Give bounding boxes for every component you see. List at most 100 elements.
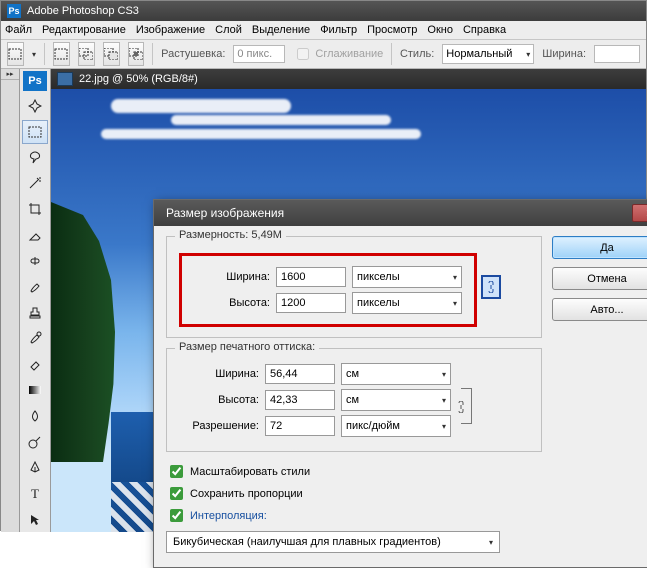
pixel-width-input[interactable] (276, 267, 346, 287)
marquee-tool-icon[interactable] (22, 120, 48, 144)
app-logo-icon: Ps (7, 4, 21, 18)
feather-input[interactable] (233, 45, 285, 63)
marquee-intersect-icon[interactable] (128, 42, 145, 66)
constrain-proportions-label: Сохранить пропорции (190, 488, 303, 500)
menu-view[interactable]: Просмотр (367, 24, 417, 36)
width-input (594, 45, 640, 63)
options-bar: ▾ Растушевка: Сглаживание Стиль: Нормаль… (1, 40, 646, 69)
separator (44, 43, 45, 65)
marquee-rect-icon[interactable] (53, 42, 70, 66)
pixel-width-label: Ширина: (190, 271, 270, 283)
dialog-title: Размер изображения (166, 206, 284, 220)
type-tool-icon[interactable]: T (22, 481, 48, 505)
print-height-label: Высота: (179, 394, 259, 406)
auto-button[interactable]: Авто... (552, 298, 647, 321)
pixel-height-input[interactable] (276, 293, 346, 313)
resolution-unit-select[interactable]: пикс/дюйм▾ (341, 415, 451, 437)
stamp-tool-icon[interactable] (22, 300, 48, 324)
cancel-button[interactable]: Отмена (552, 267, 647, 290)
menu-edit[interactable]: Редактирование (42, 24, 126, 36)
svg-text:T: T (31, 486, 39, 500)
chevron-down-icon: ▾ (526, 50, 530, 59)
document-icon (57, 72, 73, 86)
menu-select[interactable]: Выделение (252, 24, 310, 36)
style-select[interactable]: Нормальный ▾ (442, 44, 534, 64)
marquee-add-icon[interactable] (78, 42, 95, 66)
dialog-close-button[interactable]: ✕ (632, 204, 647, 222)
print-width-input[interactable] (265, 364, 335, 384)
chevron-down-icon: ▾ (453, 299, 457, 308)
print-link-bracket (461, 388, 472, 413)
menu-window[interactable]: Окно (427, 24, 453, 36)
ps-badge-icon: Ps (23, 71, 47, 91)
pixel-width-unit-select[interactable]: пикселы▾ (352, 266, 462, 288)
style-value: Нормальный (446, 48, 512, 60)
print-height-input[interactable] (265, 390, 335, 410)
gradient-tool-icon[interactable] (22, 378, 48, 402)
chevron-down-icon: ▾ (442, 396, 446, 405)
pixel-dimensions-label: Размерность: 5,49M (175, 229, 286, 241)
chevron-down-icon: ▾ (453, 273, 457, 282)
wand-tool-icon[interactable] (22, 171, 48, 195)
crop-tool-icon[interactable] (22, 197, 48, 221)
print-height-unit-select[interactable]: см▾ (341, 389, 451, 411)
ok-button[interactable]: Да (552, 236, 647, 259)
highlight-box: Ширина: пикселы▾ Высота: (179, 253, 477, 327)
document-area: 22.jpg @ 50% (RGB/8#) Размер изображения… (51, 69, 646, 532)
resample-label: Интерполяция: (190, 510, 267, 522)
history-brush-tool-icon[interactable] (22, 326, 48, 350)
blur-tool-icon[interactable] (22, 404, 48, 428)
antialias-label: Сглаживание (315, 48, 383, 60)
pixel-height-unit-select[interactable]: пикселы▾ (352, 292, 462, 314)
width-label: Ширина: (542, 48, 586, 60)
scale-styles-checkbox[interactable] (170, 465, 183, 478)
menu-image[interactable]: Изображение (136, 24, 205, 36)
document-titlebar[interactable]: 22.jpg @ 50% (RGB/8#) (51, 69, 646, 90)
dialog-titlebar[interactable]: Размер изображения ✕ (154, 200, 647, 226)
tool-preset-dropdown-icon[interactable]: ▾ (32, 50, 36, 59)
menubar: Файл Редактирование Изображение Слой Выд… (1, 21, 646, 40)
print-width-unit-select[interactable]: см▾ (341, 363, 451, 385)
chevron-down-icon: ▾ (442, 370, 446, 379)
interpolation-value: Бикубическая (наилучшая для плавных град… (173, 536, 441, 548)
constrain-proportions-checkbox[interactable] (170, 487, 183, 500)
marquee-tool-preset-icon[interactable] (7, 42, 24, 66)
dodge-tool-icon[interactable] (22, 430, 48, 454)
menu-help[interactable]: Справка (463, 24, 506, 36)
app-title: Adobe Photoshop CS3 (27, 5, 139, 17)
panel-dock-left[interactable]: ▸▸ (1, 69, 20, 532)
document-title: 22.jpg @ 50% (RGB/8#) (79, 73, 198, 85)
resolution-input[interactable] (265, 416, 335, 436)
antialias-checkbox: Сглаживание (293, 45, 383, 63)
main-area: ▸▸ Ps T 22.jpg @ 50% (RGB/8#) (1, 69, 646, 532)
tools-panel: Ps T (20, 69, 51, 532)
resample-checkbox[interactable] (170, 509, 183, 522)
chevron-down-icon: ▾ (489, 538, 493, 547)
lasso-tool-icon[interactable] (22, 146, 48, 170)
menu-file[interactable]: Файл (5, 24, 32, 36)
app-titlebar: Ps Adobe Photoshop CS3 (1, 1, 646, 21)
menu-filter[interactable]: Фильтр (320, 24, 357, 36)
resolution-label: Разрешение: (179, 420, 259, 432)
marquee-subtract-icon[interactable] (103, 42, 120, 66)
menu-layer[interactable]: Слой (215, 24, 242, 36)
print-size-group: Размер печатного оттиска: Ширина: см▾ (166, 348, 542, 452)
pixel-height-label: Высота: (190, 297, 270, 309)
brush-tool-icon[interactable] (22, 275, 48, 299)
separator (391, 43, 392, 65)
pen-tool-icon[interactable] (22, 455, 48, 479)
interpolation-select[interactable]: Бикубическая (наилучшая для плавных град… (166, 531, 500, 553)
print-width-label: Ширина: (179, 368, 259, 380)
collapse-icon[interactable]: ▸▸ (6, 70, 13, 78)
move-tool-icon[interactable] (22, 94, 48, 118)
scale-styles-label: Масштабировать стили (190, 466, 310, 478)
slice-tool-icon[interactable] (22, 223, 48, 247)
image-size-dialog: Размер изображения ✕ Размерность: 5,49M (153, 199, 647, 568)
healing-tool-icon[interactable] (22, 249, 48, 273)
print-size-label: Размер печатного оттиска: (175, 341, 319, 353)
chevron-down-icon: ▾ (442, 422, 446, 431)
path-select-tool-icon[interactable] (22, 507, 48, 531)
constrain-link-icon[interactable] (481, 275, 501, 299)
pixel-dimensions-group: Размерность: 5,49M Ширина: пикселы▾ (166, 236, 542, 338)
eraser-tool-icon[interactable] (22, 352, 48, 376)
